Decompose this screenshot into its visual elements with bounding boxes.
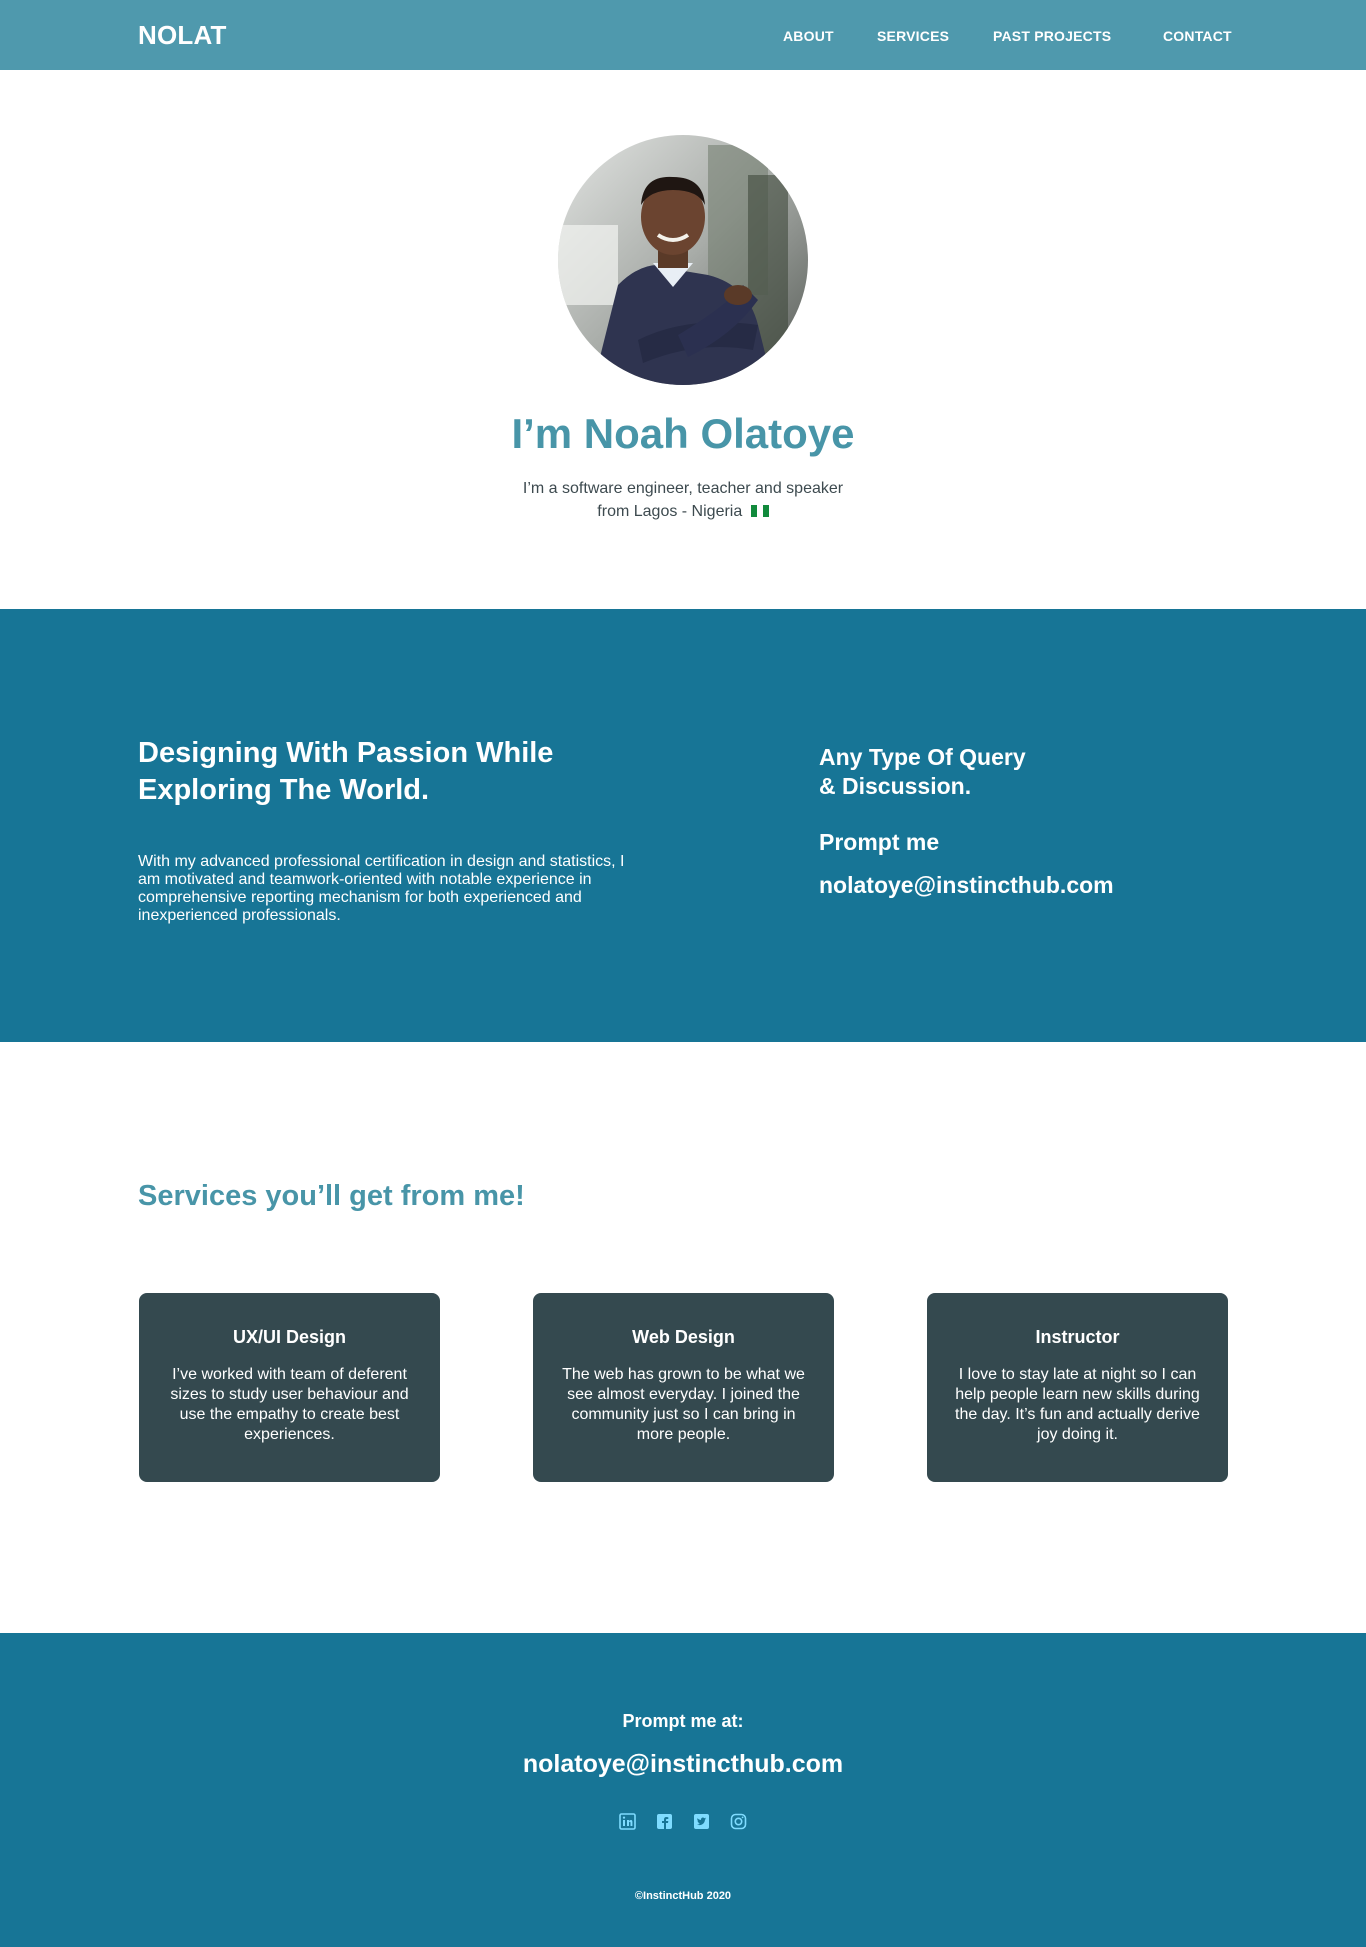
contact-email-link[interactable]: nolatoye@instincthub.com — [819, 872, 1114, 899]
nav-link-about[interactable]: ABOUT — [783, 28, 834, 44]
hero-subtitle-line1: I’m a software engineer, teacher and spe… — [522, 480, 844, 497]
services-title: Services you’ll get from me! — [138, 1180, 525, 1212]
query-heading-line1: Any Type Of Query — [819, 744, 1026, 770]
service-card-uxui: UX/UI Design I’ve worked with team of de… — [139, 1293, 440, 1482]
service-card-text: I’ve worked with team of deferent sizes … — [170, 1366, 409, 1443]
about-description: With my advanced professional certificat… — [138, 853, 625, 924]
nav-link-services[interactable]: SERVICES — [877, 28, 949, 44]
service-card-title: Web Design — [632, 1327, 735, 1347]
query-heading: Any Type Of Query & Discussion. — [819, 743, 1119, 801]
hero-section: I’m Noah Olatoye I’m a software engineer… — [0, 70, 1366, 609]
prompt-label: Prompt me — [819, 829, 940, 855]
about-heading-line1: Designing With Passion While — [138, 737, 554, 769]
nav-link-past-projects[interactable]: PAST PROJECTS — [993, 28, 1111, 44]
service-card-title: Instructor — [1035, 1327, 1120, 1347]
service-card-instructor: Instructor I love to stay late at night … — [927, 1293, 1228, 1482]
about-heading: Designing With Passion While Exploring T… — [138, 735, 658, 809]
hero-subtitle-line2: from Lagos - Nigeria — [597, 503, 743, 520]
service-card-web-design: Web Design The web has grown to be what … — [533, 1293, 834, 1482]
about-heading-line2: Exploring The World. — [138, 774, 430, 806]
top-navbar: NOLAT ABOUT SERVICES PAST PROJECTS CONTA… — [0, 0, 1366, 70]
footer-label: Prompt me at: — [622, 1711, 744, 1731]
copyright-text: ©InstinctHub 2020 — [634, 1890, 732, 1902]
site-logo[interactable]: NOLAT — [138, 20, 227, 51]
service-card-title: UX/UI Design — [232, 1327, 347, 1347]
query-heading-line2: & Discussion. — [819, 773, 972, 799]
nav-link-contact[interactable]: CONTACT — [1163, 28, 1232, 44]
instagram-icon[interactable] — [730, 1813, 747, 1830]
footer-email-link[interactable]: nolatoye@instincthub.com — [0, 1750, 1366, 1779]
service-card-text: I love to stay late at night so I can he… — [955, 1366, 1200, 1443]
about-section: Designing With Passion While Exploring T… — [0, 609, 1366, 1042]
profile-photo — [558, 135, 808, 385]
nigeria-flag-icon — [750, 505, 769, 517]
twitter-icon[interactable] — [693, 1813, 710, 1830]
service-card-text: The web has grown to be what we see almo… — [562, 1366, 805, 1443]
facebook-icon[interactable] — [656, 1813, 673, 1830]
hero-subtitle: I’m a software engineer, teacher and spe… — [483, 477, 883, 523]
services-section: Services you’ll get from me! UX/UI Desig… — [0, 1042, 1366, 1633]
footer: Prompt me at: nolatoye@instincthub.com ©… — [0, 1633, 1366, 1947]
social-links — [0, 1813, 1366, 1830]
linkedin-icon[interactable] — [619, 1813, 636, 1830]
hero-title: I’m Noah Olatoye — [511, 410, 855, 457]
